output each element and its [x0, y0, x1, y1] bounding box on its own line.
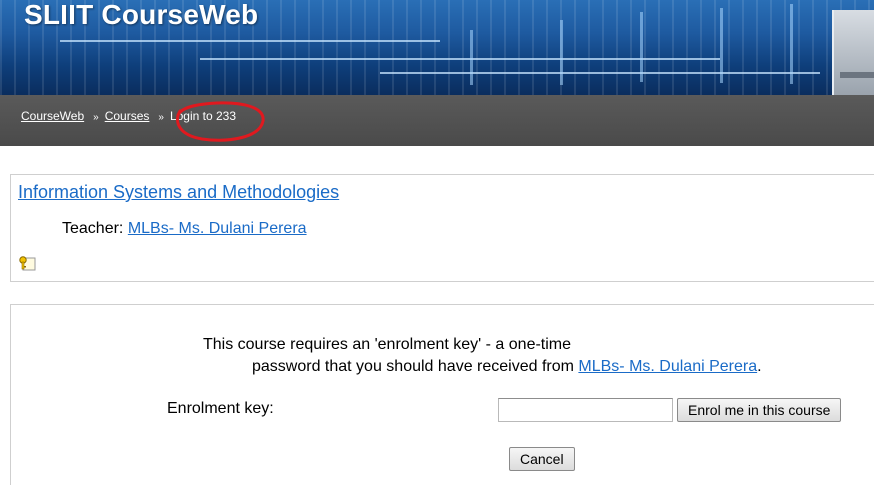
breadcrumb-separator: »	[158, 112, 164, 123]
banner-decoration	[60, 40, 440, 42]
course-name-link[interactable]: Information Systems and Methodologies	[18, 182, 339, 203]
enrolment-key-label: Enrolment key:	[167, 400, 274, 417]
banner-decoration	[640, 12, 643, 82]
breadcrumb-link-courses[interactable]: Courses	[105, 109, 150, 123]
breadcrumb: CourseWeb » Courses » Login to 233	[21, 109, 236, 123]
banner-decoration	[720, 8, 723, 83]
computer-image	[832, 10, 874, 95]
teacher-link[interactable]: MLBs- Ms. Dulani Perera	[128, 220, 307, 237]
enrolment-message-line2: password that you should have received f…	[252, 358, 872, 376]
breadcrumb-link-courseweb[interactable]: CourseWeb	[21, 109, 84, 123]
enrolment-key-input[interactable]	[498, 398, 673, 422]
teacher-link[interactable]: MLBs- Ms. Dulani Perera	[578, 358, 757, 375]
cancel-button[interactable]: Cancel	[509, 447, 575, 471]
banner-decoration	[470, 30, 473, 85]
banner-decoration	[380, 72, 820, 74]
key-icon	[19, 256, 36, 271]
teacher-label: Teacher:	[62, 220, 124, 237]
site-title: SLIIT CourseWeb	[24, 0, 259, 30]
enrolment-box	[10, 304, 874, 485]
enrolment-message-period: .	[757, 358, 762, 375]
breadcrumb-current: Login to 233	[169, 109, 237, 123]
teacher-line: Teacher: MLBs- Ms. Dulani Perera	[62, 220, 307, 238]
enrolment-message-text: password that you should have received f…	[252, 358, 574, 375]
banner-decoration	[790, 4, 793, 84]
enrol-button[interactable]: Enrol me in this course	[677, 398, 842, 422]
banner-decoration	[560, 20, 563, 85]
enrolment-message-line1: This course requires an 'enrolment key' …	[202, 336, 572, 353]
breadcrumb-bar: CourseWeb » Courses » Login to 233	[0, 95, 874, 146]
course-info-box: Information Systems and Methodologies Te…	[10, 174, 874, 282]
site-banner: SLIIT CourseWeb	[0, 0, 874, 95]
breadcrumb-separator: »	[93, 112, 99, 123]
